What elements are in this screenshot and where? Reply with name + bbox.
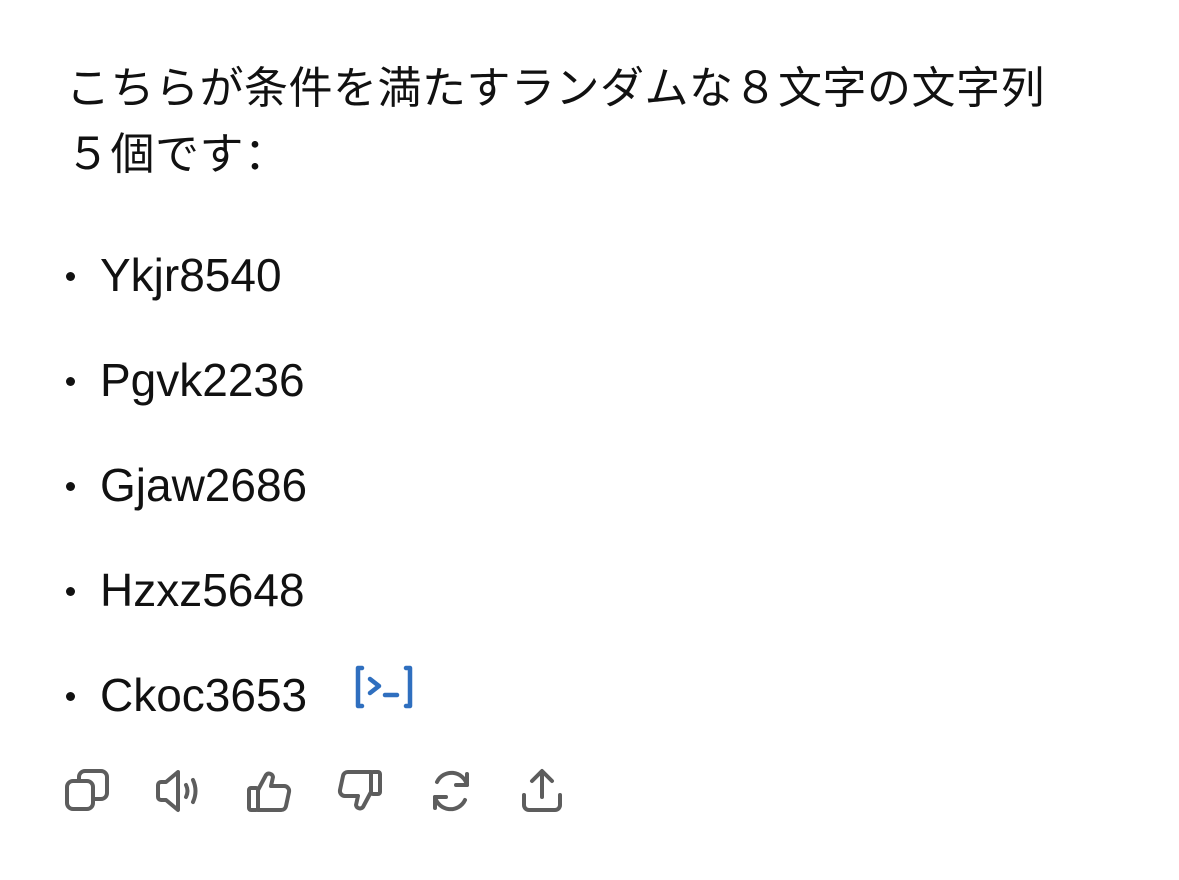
thumbs-down-icon xyxy=(337,770,382,811)
intro-line-1: こちらが条件を満たすランダムな８文字の文字列 xyxy=(66,63,1045,114)
list-item-text: Hzxz5648 xyxy=(100,563,305,616)
list-item: Ckoc3653 xyxy=(66,642,1126,747)
list-item: Hzxz5648 xyxy=(66,537,1126,642)
list-item: Pgvk2236 xyxy=(66,327,1126,432)
code-execution-icon[interactable] xyxy=(353,664,415,710)
read-aloud-button[interactable] xyxy=(153,766,203,816)
intro-line-2: ５個です： xyxy=(66,129,289,180)
message-actions-toolbar xyxy=(62,766,608,816)
copy-button[interactable] xyxy=(62,766,112,816)
bullet-dot xyxy=(66,271,75,281)
bullet-dot xyxy=(66,691,75,701)
share-icon xyxy=(522,769,562,812)
thumbs-up-button[interactable] xyxy=(244,766,294,816)
thumbs-down-button[interactable] xyxy=(335,766,385,816)
message-intro: こちらが条件を満たすランダムな８文字の文字列 ５個です： xyxy=(66,56,1126,188)
regenerate-icon xyxy=(433,770,469,812)
assistant-message: こちらが条件を満たすランダムな８文字の文字列 ５個です： Ykjr8540 Pg… xyxy=(66,56,1126,747)
bullet-dot xyxy=(66,586,75,596)
thumbs-up-icon xyxy=(247,771,292,812)
bullet-dot xyxy=(66,481,75,491)
regenerate-button[interactable] xyxy=(426,766,476,816)
string-list: Ykjr8540 Pgvk2236 Gjaw2686 Hzxz5648 Ckoc… xyxy=(66,222,1126,747)
list-item-text: Ykjr8540 xyxy=(100,248,282,301)
copy-icon xyxy=(65,769,109,811)
list-item-text: Gjaw2686 xyxy=(100,458,308,511)
speaker-icon xyxy=(156,770,198,812)
list-item: Ykjr8540 xyxy=(66,222,1126,327)
list-item-text: Pgvk2236 xyxy=(100,353,305,406)
list-item-text: Ckoc3653 xyxy=(100,668,308,721)
list-item: Gjaw2686 xyxy=(66,432,1126,537)
bullet-dot xyxy=(66,376,75,386)
share-button[interactable] xyxy=(517,766,567,816)
